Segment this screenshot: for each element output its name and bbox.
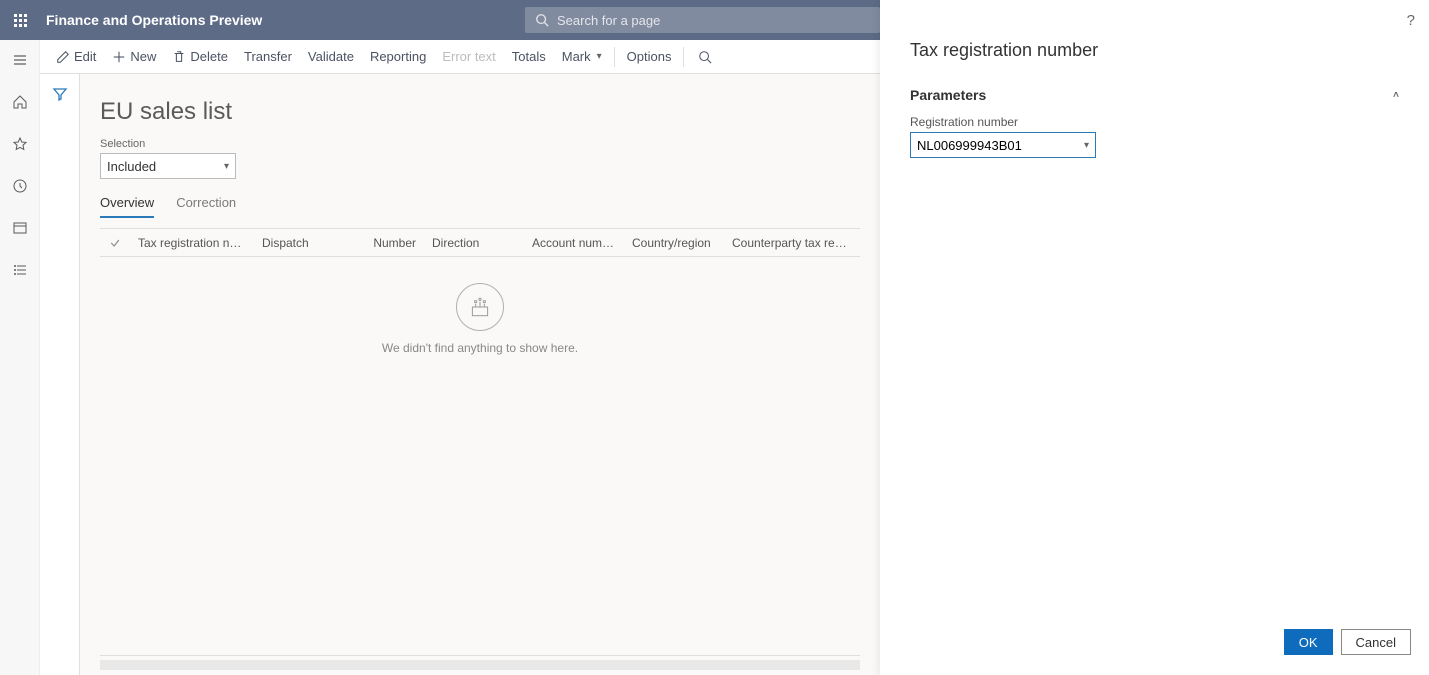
col-dispatch[interactable]: Dispatch — [254, 236, 364, 250]
reporting-label: Reporting — [370, 49, 426, 64]
ok-button[interactable]: OK — [1284, 629, 1333, 655]
horizontal-scrollbar[interactable] — [100, 660, 860, 670]
transfer-button[interactable]: Transfer — [236, 40, 300, 74]
selection-value: Included — [107, 159, 156, 174]
edit-label: Edit — [74, 49, 96, 64]
registration-number-field[interactable] — [917, 138, 1084, 153]
check-icon — [109, 237, 121, 249]
data-grid: Tax registration number Dispatch Number … — [100, 228, 860, 656]
panel-title: Tax registration number — [880, 40, 1429, 71]
filter-icon — [52, 86, 68, 102]
mark-label: Mark — [562, 49, 591, 64]
help-icon: ? — [1407, 12, 1415, 29]
selection-dropdown[interactable]: Included ▾ — [100, 153, 236, 179]
chevron-down-icon: ▾ — [224, 161, 229, 172]
nav-hamburger[interactable] — [0, 46, 40, 74]
search-icon — [698, 50, 712, 64]
list-icon — [12, 262, 28, 278]
parameters-header[interactable]: Parameters ˄ — [910, 81, 1399, 115]
home-icon — [12, 94, 28, 110]
hamburger-icon — [12, 52, 28, 68]
search-placeholder: Search for a page — [557, 13, 660, 28]
filter-pane — [40, 74, 80, 675]
totals-label: Totals — [512, 49, 546, 64]
col-account[interactable]: Account number — [524, 236, 624, 250]
grid-header: Tax registration number Dispatch Number … — [100, 229, 860, 257]
parameters-section: Parameters ˄ Registration number ▾ — [880, 71, 1429, 168]
registration-number-label: Registration number — [910, 115, 1399, 129]
selection-label: Selection — [100, 138, 860, 150]
plus-icon — [112, 50, 126, 64]
trash-icon — [172, 50, 186, 64]
nav-recent[interactable] — [0, 172, 40, 200]
col-number[interactable]: Number — [364, 236, 424, 250]
empty-text: We didn't find anything to show here. — [382, 341, 578, 355]
totals-button[interactable]: Totals — [504, 40, 554, 74]
workspace-icon — [12, 220, 28, 236]
help-button[interactable]: ? — [1407, 12, 1415, 29]
left-nav — [0, 40, 40, 675]
panel-footer: OK Cancel — [880, 617, 1429, 675]
separator — [683, 47, 684, 67]
new-label: New — [130, 49, 156, 64]
main-content: EU sales list Selection Included ▾ Overv… — [80, 74, 880, 675]
app-title: Finance and Operations Preview — [46, 12, 262, 28]
side-panel: ? Tax registration number Parameters ˄ R… — [880, 0, 1429, 675]
validate-label: Validate — [308, 49, 354, 64]
chevron-down-icon: ▾ — [1084, 140, 1089, 151]
separator — [614, 47, 615, 67]
empty-state: We didn't find anything to show here. — [100, 257, 860, 655]
error-text-button: Error text — [434, 40, 503, 74]
pencil-icon — [56, 50, 70, 64]
delete-label: Delete — [190, 49, 228, 64]
section-label: Parameters — [910, 87, 986, 103]
star-icon — [12, 136, 28, 152]
delete-button[interactable]: Delete — [164, 40, 236, 74]
validate-button[interactable]: Validate — [300, 40, 362, 74]
nav-home[interactable] — [0, 88, 40, 116]
options-label: Options — [627, 49, 672, 64]
chevron-up-icon: ˄ — [1393, 90, 1399, 101]
cancel-button[interactable]: Cancel — [1341, 629, 1411, 655]
col-tax-registration[interactable]: Tax registration number — [130, 236, 254, 250]
clock-icon — [12, 178, 28, 194]
tabs: Overview Correction — [100, 195, 860, 218]
chevron-down-icon: ▾ — [597, 51, 602, 62]
panel-header: ? — [880, 0, 1429, 40]
reporting-button[interactable]: Reporting — [362, 40, 434, 74]
filter-button[interactable] — [52, 86, 68, 675]
tab-overview[interactable]: Overview — [100, 195, 154, 218]
mark-button[interactable]: Mark ▾ — [554, 40, 610, 74]
page-title: EU sales list — [100, 98, 860, 126]
nav-favorites[interactable] — [0, 130, 40, 158]
waffle-icon — [14, 14, 27, 27]
app-launcher-button[interactable] — [0, 0, 40, 40]
col-direction[interactable]: Direction — [424, 236, 524, 250]
col-counterparty-tax[interactable]: Counterparty tax registration — [724, 236, 860, 250]
action-search-button[interactable] — [688, 40, 726, 74]
registration-number-input[interactable]: ▾ — [910, 132, 1096, 158]
nav-modules[interactable] — [0, 256, 40, 284]
new-button[interactable]: New — [104, 40, 164, 74]
search-input[interactable]: Search for a page — [525, 7, 880, 33]
nav-workspaces[interactable] — [0, 214, 40, 242]
empty-icon — [456, 283, 504, 331]
tab-correction[interactable]: Correction — [176, 195, 236, 218]
error-text-label: Error text — [442, 49, 495, 64]
transfer-label: Transfer — [244, 49, 292, 64]
options-button[interactable]: Options — [619, 40, 680, 74]
edit-button[interactable]: Edit — [48, 40, 104, 74]
select-all-column[interactable] — [100, 237, 130, 249]
search-icon — [535, 13, 549, 27]
col-country[interactable]: Country/region — [624, 236, 724, 250]
